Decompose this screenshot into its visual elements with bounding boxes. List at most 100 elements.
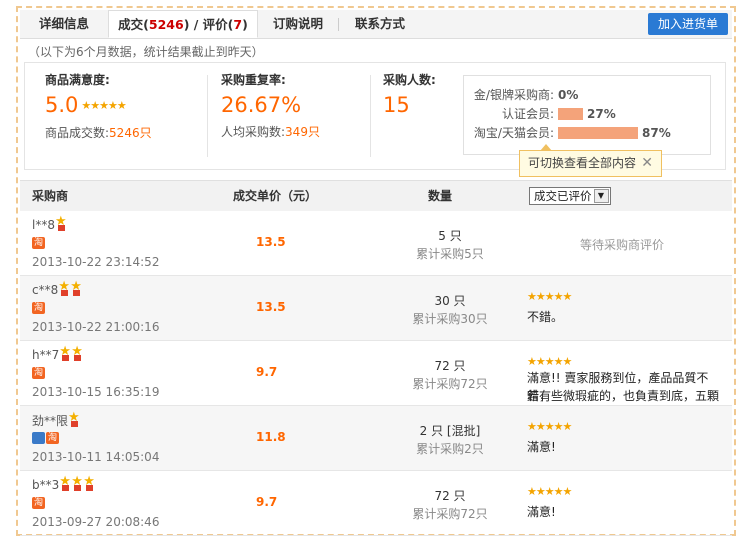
- review-stars-icon: ★★★★★: [527, 290, 572, 303]
- taobao-badge-icon: 淘: [32, 497, 45, 509]
- buyer-distribution: 金/银牌采购商: 0% 认证会员: 27% 淘宝/天猫会员: 87%: [463, 75, 711, 155]
- buyers-title: 采购人数:: [383, 73, 436, 87]
- tab-ordering[interactable]: 订购说明: [258, 10, 338, 38]
- review-text: 不錯。: [527, 310, 564, 324]
- repurchase-value: 26.67%: [221, 93, 302, 117]
- tab-bar: 详细信息 成交(5246) / 评价(7) 订购说明 联系方式 加入进货单: [20, 10, 732, 39]
- table-row: 劲**限淘 2013-10-11 14:05:04 11.8 2 只 [混批] 累计采购…: [20, 406, 732, 471]
- review-filter-value: 成交已评价: [534, 189, 592, 203]
- review-text: 滿意!: [527, 505, 556, 519]
- stats-divider: [370, 75, 371, 157]
- review-text: 滿意!: [527, 440, 556, 454]
- cumulative-qty: 累计采购5只: [416, 247, 484, 261]
- cumulative-qty: 累计采购72只: [412, 377, 488, 391]
- review-filter-select[interactable]: 成交已评价 ▼: [529, 187, 611, 205]
- quantity: 2 只 [混批]: [419, 424, 481, 438]
- avg-label: 人均采购数:: [221, 125, 286, 139]
- member-badge-icon: [32, 432, 45, 444]
- chevron-down-icon[interactable]: ▼: [593, 189, 609, 203]
- distribution-pct: 0%: [558, 88, 579, 102]
- tab-deals-mid: ) / 评价(: [183, 17, 234, 32]
- repurchase-block: 采购重复率: 26.67% 人均采购数:349只: [221, 71, 320, 140]
- taobao-badge-icon: 淘: [32, 237, 45, 249]
- buyer-name-line: h**7: [32, 344, 83, 362]
- data-range-note: （以下为6个月数据，统计结果截止到昨天）: [28, 45, 264, 59]
- buyers-block: 采购人数: 15: [383, 71, 436, 117]
- col-qty: 数量: [428, 189, 453, 203]
- close-icon[interactable]: ✕: [641, 151, 653, 176]
- buyer-name[interactable]: b**3: [32, 478, 59, 492]
- unit-price: 13.5: [256, 300, 286, 314]
- add-to-cart-button[interactable]: 加入进货单: [648, 13, 728, 35]
- distribution-label: 认证会员:: [501, 107, 554, 121]
- table-row: b**3 淘 2013-09-27 20:08:46 9.7 72 只累计采购72只 ★★…: [20, 471, 732, 536]
- deals-label: 商品成交数:: [45, 126, 110, 140]
- tab-details[interactable]: 详细信息: [20, 10, 108, 38]
- col-price: 成交单价（元）: [233, 189, 318, 203]
- deal-time: 2013-10-11 14:05:04: [32, 450, 160, 464]
- avg-line: 人均采购数:349只: [221, 123, 320, 140]
- deal-time: 2013-09-27 20:08:46: [32, 515, 160, 529]
- buyer-medal-icon: [68, 410, 80, 427]
- tab-contact[interactable]: 联系方式: [340, 10, 420, 38]
- unit-price: 9.7: [256, 365, 278, 379]
- review-stars-icon: ★★★★★: [527, 485, 572, 498]
- buyer-medal-icon: [71, 344, 83, 361]
- satisfaction-title: 商品满意度:: [45, 73, 110, 87]
- taobao-badge-icon: 淘: [46, 432, 59, 444]
- buyer-name[interactable]: 劲**限: [32, 414, 68, 428]
- stats-divider: [207, 75, 208, 157]
- cumulative-qty: 累计采购30只: [412, 312, 488, 326]
- tab-divider: [338, 18, 339, 31]
- quantity: 30 只: [434, 294, 466, 308]
- table-header: 采购商 成交单价（元） 数量 成交已评价 ▼: [20, 180, 732, 211]
- taobao-badge-icon: 淘: [32, 302, 45, 314]
- avg-value: 349只: [285, 125, 320, 139]
- buyer-name[interactable]: h**7: [32, 348, 59, 362]
- review-stars-icon: ★★★★★: [527, 355, 572, 368]
- deal-time: 2013-10-22 21:00:16: [32, 320, 160, 334]
- tooltip-text: 可切换查看全部内容: [528, 156, 637, 170]
- quantity: 5 只: [438, 229, 462, 243]
- unit-price: 13.5: [256, 235, 286, 249]
- distribution-label: 金/银牌采购商:: [473, 88, 554, 102]
- taobao-badge-icon: 淘: [32, 367, 45, 379]
- buyer-name-line: c**8: [32, 279, 82, 297]
- deal-time: 2013-10-22 23:14:52: [32, 255, 160, 269]
- buyer-name-line: 劲**限: [32, 410, 80, 429]
- buyer-medal-icon: [59, 474, 71, 491]
- satisfaction-value-line: 5.0 ★★★★★: [45, 93, 152, 118]
- distribution-label: 淘宝/天猫会员:: [473, 126, 554, 140]
- distribution-bar: [558, 127, 638, 139]
- table-row: c**8 淘 2013-10-22 21:00:16 13.5 30 只累计采购30只 ★…: [20, 276, 732, 341]
- buyer-name-line: b**3: [32, 474, 95, 492]
- cumulative-qty: 累计采购72只: [412, 507, 488, 521]
- buyer-medal-icon: [55, 214, 67, 231]
- deal-time: 2013-10-15 16:35:19: [32, 385, 160, 399]
- quantity: 72 只: [434, 489, 466, 503]
- tab-deals-reviews[interactable]: 成交(5246) / 评价(7): [108, 10, 258, 38]
- tab-deals-suffix: ): [242, 17, 248, 32]
- distribution-row: 淘宝/天猫会员: 87%: [472, 125, 671, 141]
- satisfaction-block: 商品满意度: 5.0 ★★★★★ 商品成交数:5246只: [45, 71, 152, 141]
- cumulative-qty: 累计采购2只: [416, 442, 484, 456]
- tab-deals-prefix: 成交(: [118, 17, 149, 32]
- unit-price: 9.7: [256, 495, 278, 509]
- satisfaction-value: 5.0: [45, 93, 79, 117]
- satisfaction-stars-icon: ★★★★★: [81, 99, 126, 112]
- distribution-pct: 87%: [642, 126, 671, 140]
- unit-price: 11.8: [256, 430, 286, 444]
- buyer-name[interactable]: c**8: [32, 283, 58, 297]
- buyer-medal-icon: [70, 279, 82, 296]
- buyer-medal-icon: [58, 279, 70, 296]
- col-buyer: 采购商: [32, 189, 69, 203]
- deals-count: 5246: [148, 17, 184, 32]
- quantity: 72 只: [434, 359, 466, 373]
- distribution-row: 认证会员: 27%: [472, 106, 616, 122]
- distribution-pct: 27%: [587, 107, 616, 121]
- buyer-medal-icon: [71, 474, 83, 491]
- buyer-name[interactable]: l**8: [32, 218, 55, 232]
- table-row: h**7 淘 2013-10-15 16:35:19 9.7 72 只累计采购72只 ★★…: [20, 341, 732, 421]
- distribution-row: 金/银牌采购商: 0%: [472, 87, 578, 103]
- switch-tooltip: 可切换查看全部内容 ✕: [519, 144, 662, 177]
